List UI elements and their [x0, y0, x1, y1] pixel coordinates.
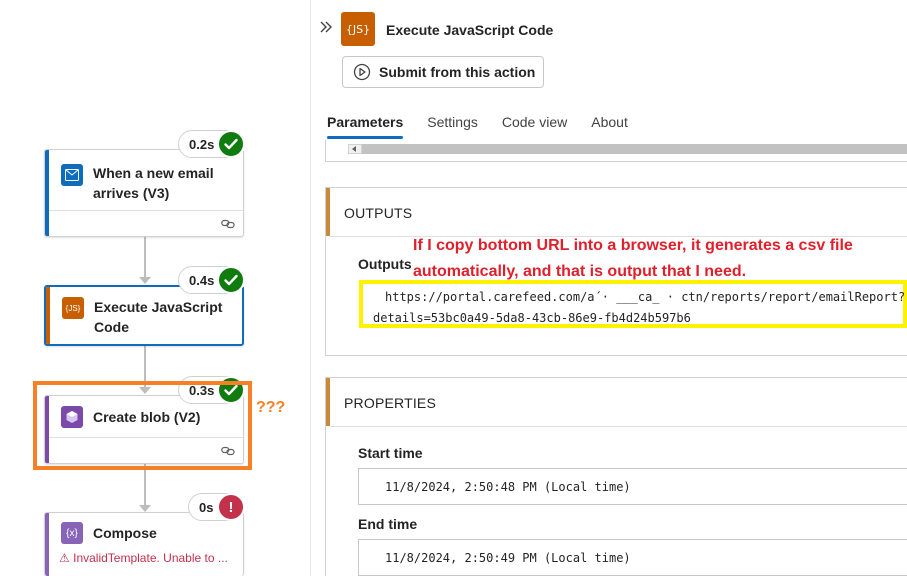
- connector: [144, 464, 146, 506]
- duration-text: 0.2s: [189, 136, 215, 152]
- error-message: ⚠ InvalidTemplate. Unable to ...: [59, 551, 228, 565]
- duration-badge: 0.4s: [178, 266, 245, 294]
- tab-settings[interactable]: Settings: [427, 114, 478, 138]
- tab-parameters[interactable]: Parameters: [327, 114, 404, 139]
- duration-text: 0s: [199, 499, 214, 515]
- flow-step-compose[interactable]: {x} Compose ⚠ InvalidTemplate. Unable to…: [44, 512, 244, 576]
- warning-icon: ⚠: [59, 551, 70, 565]
- duration-text: 0.4s: [189, 272, 215, 288]
- error-text: InvalidTemplate. Unable to ...: [73, 551, 228, 565]
- duration-badge: 0s !: [188, 493, 245, 521]
- play-icon: [353, 63, 371, 81]
- success-icon: [217, 130, 245, 158]
- tab-code-view[interactable]: Code view: [502, 114, 567, 138]
- flow-step-execute-javascript[interactable]: {JS} Execute JavaScript Code: [44, 285, 244, 346]
- submit-label: Submit from this action: [379, 64, 536, 80]
- url-line-2: details=53bc0a49-5da8-43cb-86e9-fb4d24b5…: [373, 311, 691, 325]
- step-title: Execute JavaScript Code: [94, 299, 223, 335]
- end-time-label: End time: [358, 516, 418, 532]
- step-title: When a new email arrives (V3): [93, 165, 214, 201]
- properties-header[interactable]: PROPERTIES: [344, 395, 436, 411]
- horizontal-scrollbar[interactable]: [362, 144, 907, 154]
- section-accent-bar: [326, 378, 330, 426]
- annotation-text: If I copy bottom URL into a browser, it …: [413, 237, 853, 280]
- card-footer: [49, 210, 243, 236]
- panel-tabs: Parameters Settings Code view About: [327, 114, 652, 139]
- section-accent-bar: [326, 188, 330, 236]
- panel-title: Execute JavaScript Code: [386, 22, 554, 38]
- end-time-text: 11/8/2024, 2:50:49 PM (Local time): [385, 551, 631, 565]
- start-time-text: 11/8/2024, 2:50:48 PM (Local time): [385, 480, 631, 494]
- flow-canvas: When a new email arrives (V3) 0.2s {JS} …: [0, 0, 310, 576]
- duration-badge: 0.2s: [178, 130, 245, 158]
- outputs-header[interactable]: OUTPUTS: [344, 205, 412, 221]
- connector-arrow: [139, 277, 151, 284]
- start-time-value[interactable]: 11/8/2024, 2:50:48 PM (Local time): [358, 468, 907, 505]
- flow-step-email-trigger[interactable]: When a new email arrives (V3): [44, 149, 244, 237]
- card-accent-bar: [45, 513, 49, 576]
- expand-panel-icon[interactable]: [319, 20, 333, 34]
- connector-arrow: [139, 505, 151, 512]
- url-line-1: https://portal.carefeed.com/a´· ___ca_ ·…: [385, 290, 906, 304]
- properties-section: PROPERTIES Start time 11/8/2024, 2:50:48…: [325, 377, 907, 576]
- link-icon[interactable]: [221, 219, 235, 229]
- tab-about[interactable]: About: [591, 114, 628, 138]
- success-icon: [217, 266, 245, 294]
- connector: [144, 237, 146, 278]
- outlook-icon: [61, 164, 83, 186]
- js-icon-text: {JS}: [65, 303, 81, 313]
- javascript-icon: {JS}: [62, 297, 84, 319]
- end-time-value[interactable]: 11/8/2024, 2:50:49 PM (Local time): [358, 539, 907, 576]
- outputs-label: Outputs: [358, 256, 412, 272]
- error-icon: !: [217, 493, 245, 521]
- step-title: Compose: [93, 525, 157, 541]
- scroll-left-arrow[interactable]: [348, 144, 362, 154]
- annotation-question-marks: ???: [256, 399, 286, 416]
- js-icon-text: {JS}: [345, 22, 371, 36]
- javascript-icon: {JS}: [341, 12, 375, 46]
- submit-from-action-button[interactable]: Submit from this action: [342, 56, 544, 88]
- highlight-box: [33, 381, 252, 470]
- section-divider: [330, 426, 907, 427]
- inputs-scroll-area: [325, 140, 907, 162]
- compose-icon: {x}: [61, 522, 83, 544]
- output-url-box[interactable]: https://portal.carefeed.com/a´· ___ca_ ·…: [359, 280, 907, 328]
- screen: When a new email arrives (V3) 0.2s {JS} …: [0, 0, 907, 576]
- start-time-label: Start time: [358, 445, 423, 461]
- card-accent-bar: [46, 287, 50, 344]
- details-panel: {JS} Execute JavaScript Code Submit from…: [310, 0, 907, 576]
